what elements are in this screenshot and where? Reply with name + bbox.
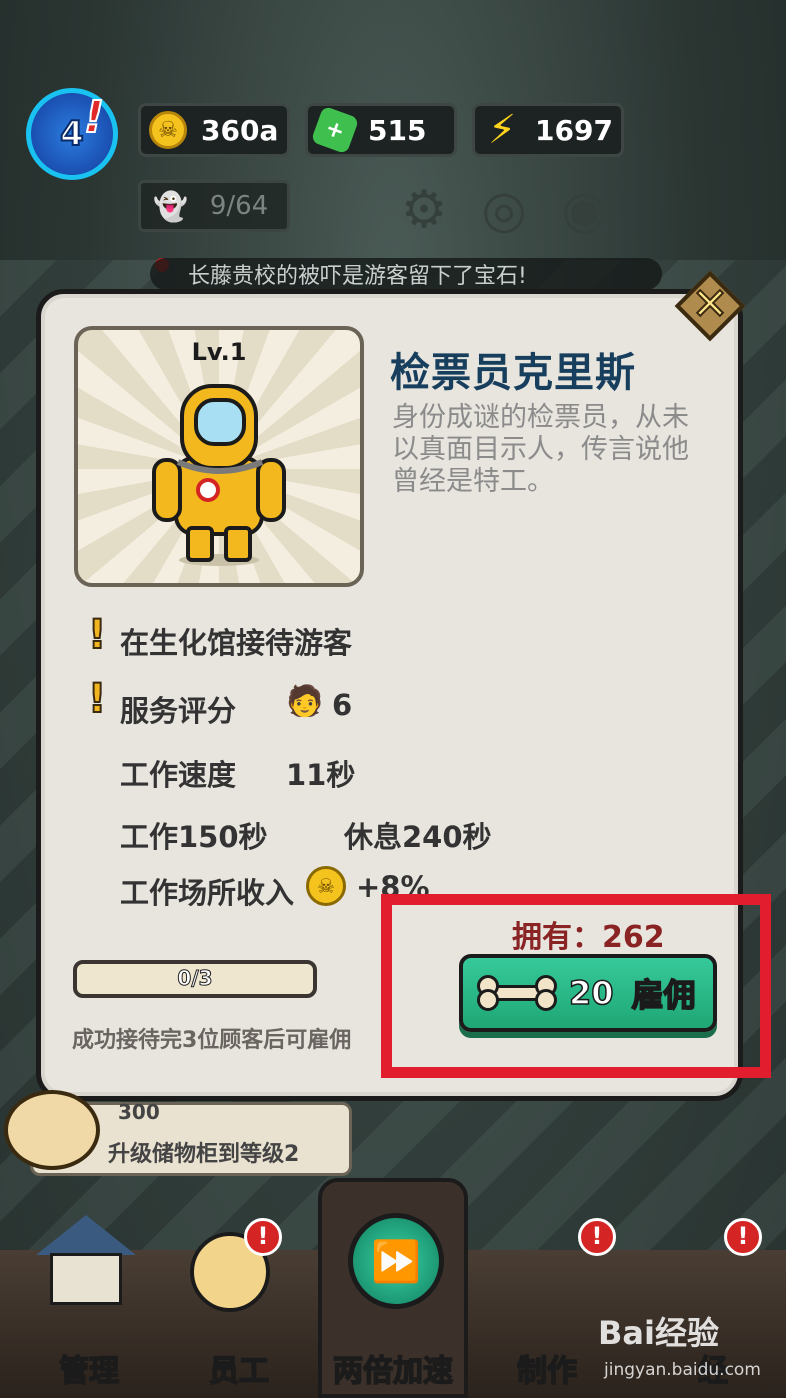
watermark-brand: Bai经验 — [598, 1314, 719, 1352]
nav-craft-label: 制作 — [516, 1353, 578, 1390]
news-ticker: 长藤贵校的被吓是游客留下了宝石! — [150, 258, 662, 290]
watermark-url: jingyan.baidu.com — [604, 1360, 761, 1380]
coin-counter[interactable]: ☠ 360a — [138, 103, 290, 157]
level-alert-icon: ! — [83, 91, 105, 144]
close-button[interactable]: ✕ — [674, 270, 746, 342]
close-icon: ✕ — [691, 278, 730, 331]
energy-value: 1697 — [535, 113, 613, 147]
gem-counter[interactable]: + 515 — [305, 103, 457, 157]
staff-alert-icon: ! — [244, 1218, 282, 1256]
visitor-counter: 👻 9/64 — [138, 180, 290, 232]
nav-manage-label: 管理 — [58, 1353, 120, 1390]
ghost-icon: 👻 — [153, 189, 188, 223]
hire-condition: 成功接待完3位顾客后可雇佣 — [72, 1028, 352, 1053]
book-icon — [4, 1090, 100, 1170]
lightning-icon: ⚡ — [487, 107, 517, 153]
rest-duration: 休息240秒 — [344, 820, 492, 854]
settings-gear-icon[interactable]: ⚙ — [394, 180, 454, 240]
character-name: 检票员克里斯 — [390, 350, 636, 396]
gem-icon: + — [310, 105, 360, 155]
character-description: 身份成谜的检票员，从未以真面目示人，传言说他曾经是特工。 — [392, 402, 689, 497]
highlight-box — [381, 894, 771, 1078]
work-speed-label: 工作速度 — [120, 758, 237, 792]
visitor-face-icon: 🧑 — [286, 684, 324, 719]
progress-text: 0/3 — [177, 966, 213, 991]
compass-icon[interactable]: ◎ — [474, 180, 534, 240]
task-reward: 300 — [118, 1100, 160, 1124]
nav-speed-label: 两倍加速 — [332, 1353, 454, 1390]
house-icon — [36, 1215, 136, 1305]
level-badge[interactable]: 4 — [26, 88, 118, 180]
task-text: 升级储物柜到等级2 — [108, 1142, 300, 1167]
gem-value: 515 — [368, 113, 427, 147]
work-speed-value: 11秒 — [286, 758, 356, 792]
hire-progress-bar: 0/3 — [73, 960, 317, 998]
nav-staff[interactable]: 员工 — [164, 1295, 314, 1398]
coin-value: 360a — [201, 113, 279, 147]
fourth-tab-alert-icon: ! — [724, 1218, 762, 1256]
nav-manage[interactable]: 管理 — [14, 1295, 164, 1398]
character-portrait: Lv.1 — [74, 326, 364, 587]
hazmat-character-icon — [152, 384, 286, 566]
level-number: 4 — [59, 113, 85, 155]
skull-coin-icon: ☠ — [306, 866, 346, 906]
service-rating-value: 6 — [332, 688, 353, 722]
eye-icon[interactable]: ◉ — [554, 180, 614, 240]
service-rating-label: 服务评分 — [120, 694, 237, 728]
energy-counter[interactable]: ⚡ 1697 — [472, 103, 624, 157]
location-alert-icon: ! — [87, 611, 107, 659]
income-label: 工作场所收入 — [120, 876, 295, 910]
nav-staff-label: 员工 — [208, 1353, 270, 1390]
service-alert-icon: ! — [87, 675, 107, 723]
nav-double-speed[interactable]: 两倍加速 — [318, 1295, 468, 1398]
work-location: 在生化馆接待游客 — [120, 626, 353, 660]
work-duration: 工作150秒 — [120, 820, 268, 854]
visitor-value: 9/64 — [209, 191, 269, 221]
craft-alert-icon: ! — [578, 1218, 616, 1256]
skull-coin-icon: ☠ — [149, 111, 187, 149]
character-level: Lv.1 — [191, 338, 247, 366]
